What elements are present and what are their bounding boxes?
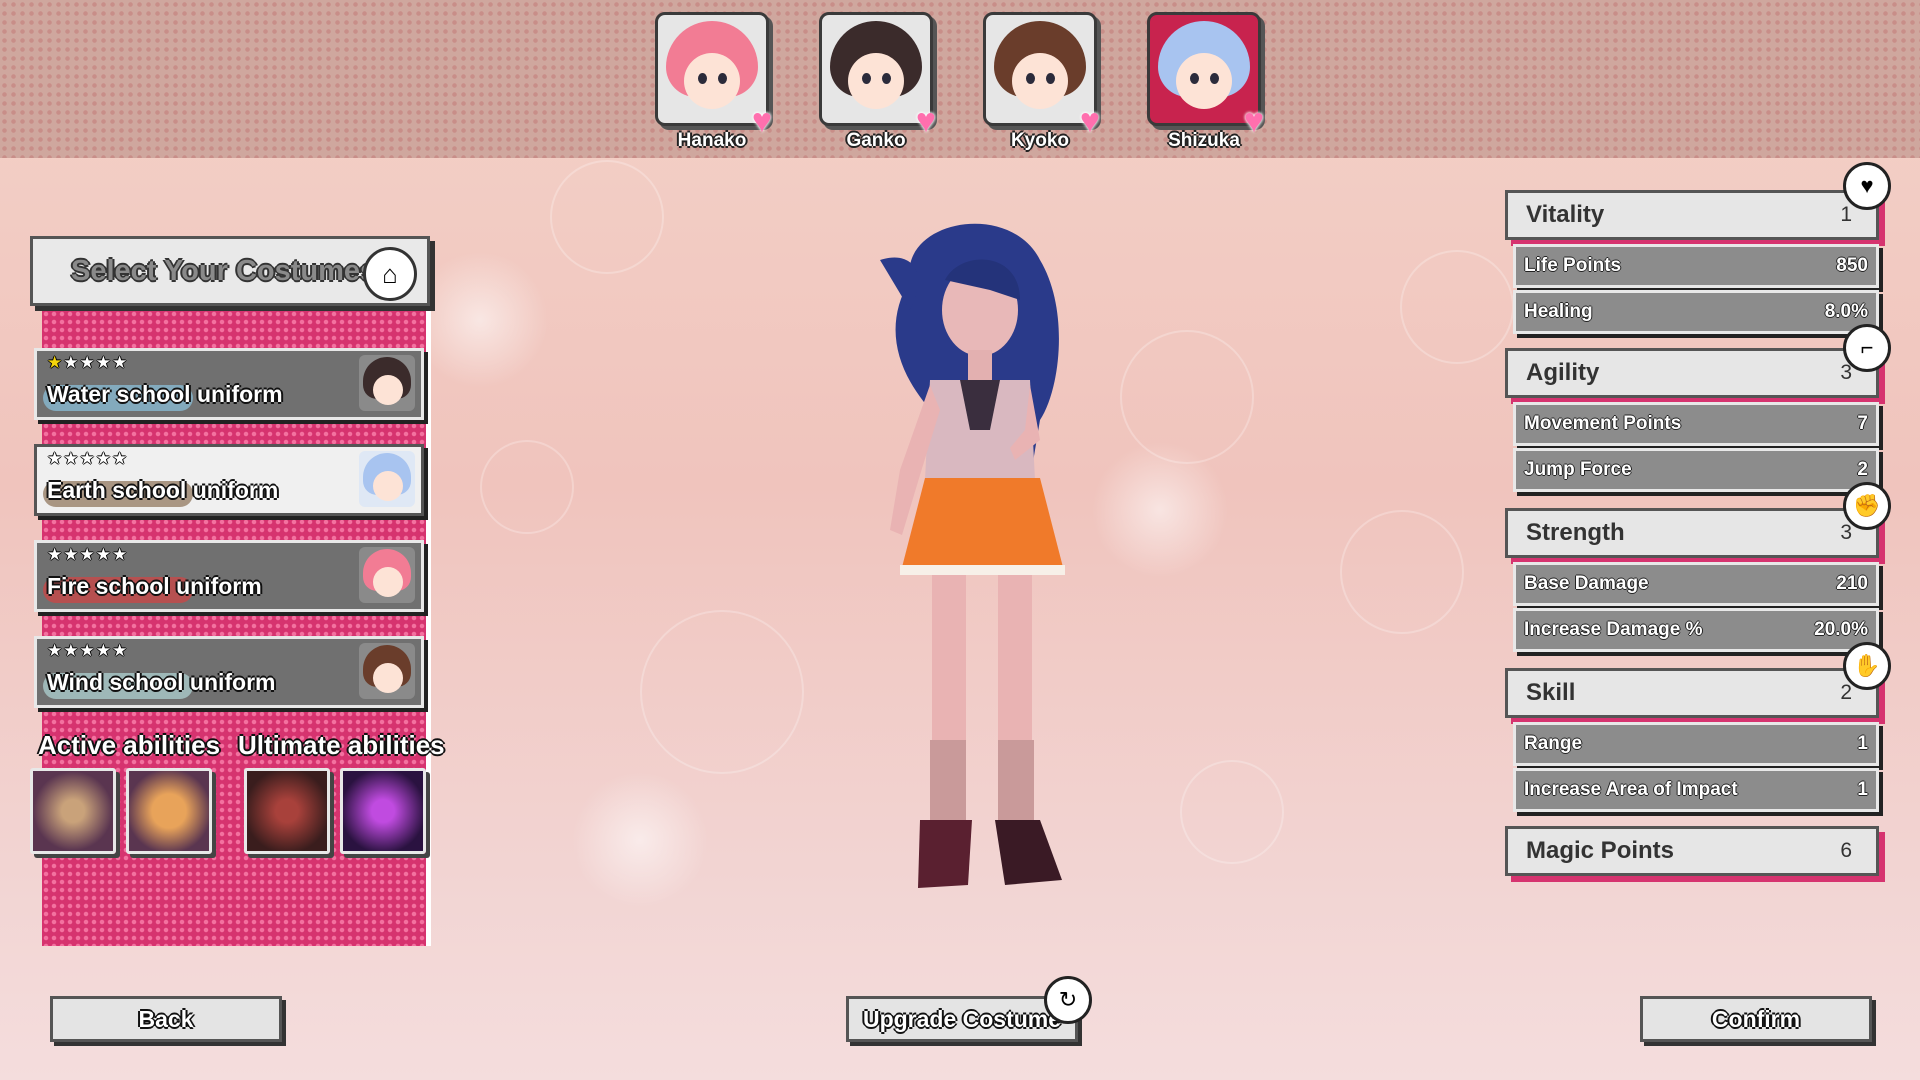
rarity-stars: ★★★★★ <box>47 353 129 372</box>
stat-row-value: 2 <box>1857 459 1868 480</box>
active-ability-slot-1[interactable] <box>30 768 116 854</box>
vitality-value: 1 <box>1840 203 1852 226</box>
magic-points-label: Magic Points <box>1526 837 1675 864</box>
character-portrait-hanako[interactable]: ♥ Hanako <box>652 12 772 152</box>
ultimate-ability-slot-2[interactable] <box>340 768 426 854</box>
agility-label: Agility <box>1526 359 1600 386</box>
heart-icon: ♥ <box>915 102 936 140</box>
stat-row-base-damage: Base Damage 210 <box>1513 562 1879 606</box>
stat-row-healing: Healing 8.0% <box>1513 290 1879 334</box>
glove-icon: ✋ <box>1843 642 1891 690</box>
costume-name: Fire school uniform <box>47 573 262 599</box>
rarity-stars: ★★★★★ <box>47 545 129 564</box>
rarity-stars: ★★★★★ <box>47 449 129 468</box>
costume-panel-title: Select Your Costumes <box>71 255 377 287</box>
costume-option[interactable]: ★★★★★ Earth school uniform <box>34 444 424 516</box>
character-portrait-ganko[interactable]: ♥ Ganko <box>816 12 936 152</box>
ultimate-abilities-label: Ultimate abilities <box>238 730 445 760</box>
stat-row-life-points: Life Points 850 <box>1513 244 1879 288</box>
strength-stat: Strength 3 <box>1505 508 1879 558</box>
character-portrait-shizuka[interactable]: ♥ Shizuka <box>1144 12 1264 152</box>
upgrade-arrow-icon: ↻ <box>1044 976 1092 1024</box>
skill-stat: Skill 2 <box>1505 668 1879 718</box>
magic-points-stat: Magic Points 6 <box>1505 826 1879 876</box>
ultimate-ability-slot-1[interactable] <box>244 768 330 854</box>
costume-owner-portrait <box>359 355 415 411</box>
stat-row-label: Base Damage <box>1524 573 1649 594</box>
costume-option[interactable]: ★★★★★ Fire school uniform <box>34 540 424 612</box>
stat-row-value: 1 <box>1857 779 1868 800</box>
magic-points-value: 6 <box>1840 839 1852 862</box>
active-ability-slot-2[interactable] <box>126 768 212 854</box>
back-button[interactable]: Back <box>50 996 282 1042</box>
stat-row-label: Increase Damage % <box>1524 619 1703 640</box>
stat-row-value: 8.0% <box>1824 301 1868 322</box>
stat-row-label: Jump Force <box>1524 459 1632 480</box>
stat-row-jump-force: Jump Force 2 <box>1513 448 1879 492</box>
costume-panel: Select Your Costumes ⌂ ★★★★★ Water school… <box>30 236 431 946</box>
costume-owner-portrait <box>359 451 415 507</box>
stat-row-label: Life Points <box>1524 255 1622 276</box>
character-model <box>880 223 1065 888</box>
confirm-button[interactable]: Confirm <box>1640 996 1872 1042</box>
stat-row-label: Healing <box>1524 301 1593 322</box>
strength-value: 3 <box>1840 521 1852 544</box>
skill-value: 2 <box>1840 681 1852 704</box>
stat-row-movement-points: Movement Points 7 <box>1513 402 1879 446</box>
heart-icon: ♥ <box>1243 102 1264 140</box>
rarity-stars: ★★★★★ <box>47 641 129 660</box>
skill-label: Skill <box>1526 679 1576 706</box>
stat-row-label: Range <box>1524 733 1583 754</box>
stat-row-label: Movement Points <box>1524 413 1682 434</box>
hanger-icon: ⌂ <box>363 247 417 301</box>
costume-name: Water school uniform <box>47 381 283 407</box>
costume-owner-portrait <box>359 643 415 699</box>
fist-icon: ✊ <box>1843 482 1891 530</box>
vitality-label: Vitality <box>1526 201 1605 228</box>
character-portrait-kyoko[interactable]: ♥ Kyoko <box>980 12 1100 152</box>
character-select-bar <box>0 0 1920 158</box>
vitality-stat: Vitality 1 <box>1505 190 1879 240</box>
stat-row-label: Increase Area of Impact <box>1524 779 1738 800</box>
boot-icon: ⌐ <box>1843 324 1891 372</box>
strength-label: Strength <box>1526 519 1625 546</box>
costume-owner-portrait <box>359 547 415 603</box>
heart-plus-icon: ♥ <box>1843 162 1891 210</box>
stat-row-value: 850 <box>1836 255 1868 276</box>
costume-option[interactable]: ★★★★★ Wind school uniform <box>34 636 424 708</box>
costume-panel-header: Select Your Costumes ⌂ <box>30 236 430 306</box>
stat-row-value: 210 <box>1836 573 1868 594</box>
costume-option[interactable]: ★★★★★ Water school uniform <box>34 348 424 420</box>
costume-name: Earth school uniform <box>47 477 279 503</box>
heart-icon: ♥ <box>1079 102 1100 140</box>
stat-row-increase-damage: Increase Damage % 20.0% <box>1513 608 1879 652</box>
active-abilities-label: Active abilities <box>38 730 221 760</box>
costume-name: Wind school uniform <box>47 669 276 695</box>
stat-row-value: 20.0% <box>1814 619 1868 640</box>
stat-row-value: 7 <box>1857 413 1868 434</box>
agility-stat: Agility 3 <box>1505 348 1879 398</box>
stat-row-area-of-impact: Increase Area of Impact 1 <box>1513 768 1879 812</box>
stat-row-value: 1 <box>1857 733 1868 754</box>
stat-row-range: Range 1 <box>1513 722 1879 766</box>
heart-icon: ♥ <box>751 102 772 140</box>
